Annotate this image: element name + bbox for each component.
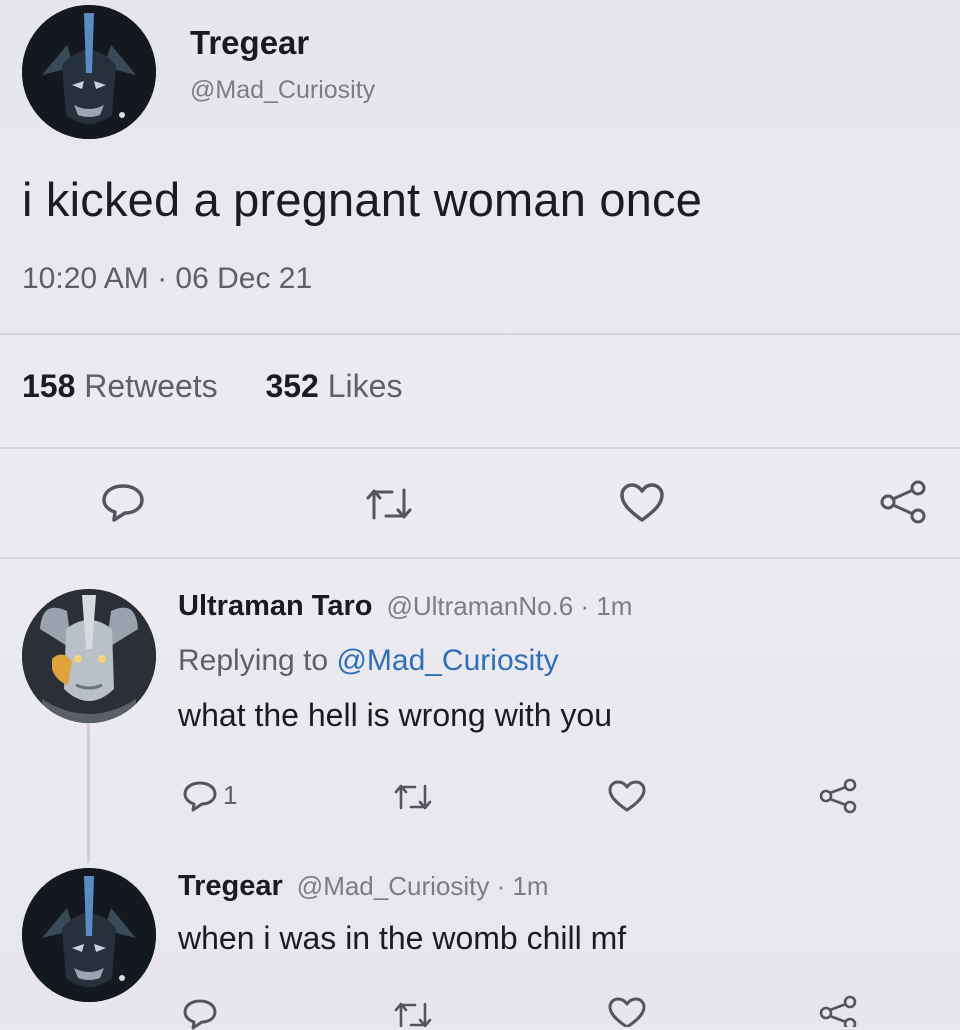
divider	[0, 333, 960, 335]
retweet-icon[interactable]	[393, 782, 433, 812]
reply-author-name[interactable]: Ultraman Taro	[178, 590, 372, 622]
replying-to-mention[interactable]: @Mad_Curiosity	[336, 644, 558, 677]
main-author-handle[interactable]: @Mad_Curiosity	[190, 76, 375, 105]
likes-count[interactable]: 352	[265, 368, 318, 404]
retweets-label[interactable]: Retweets	[84, 368, 217, 404]
reply-icon[interactable]	[182, 780, 218, 812]
divider	[0, 447, 960, 449]
share-icon[interactable]	[818, 778, 860, 814]
reply-text: what the hell is wrong with you	[178, 697, 612, 733]
reply-author-avatar[interactable]	[22, 868, 156, 1002]
divider	[0, 557, 960, 559]
main-author-name[interactable]: Tregear	[190, 24, 309, 62]
reply-icon[interactable]	[182, 998, 218, 1030]
reply-header: Tregear @Mad_Curiosity · 1m	[178, 870, 549, 903]
heart-icon[interactable]	[607, 779, 647, 813]
main-author-avatar[interactable]	[22, 5, 156, 139]
reply-author-name[interactable]: Tregear	[178, 870, 283, 902]
main-tweet-timestamp[interactable]: 10:20 AM · 06 Dec 21	[22, 262, 312, 296]
heart-icon[interactable]	[607, 996, 647, 1027]
main-tweet-text: i kicked a pregnant woman once	[22, 173, 703, 226]
retweets-count[interactable]: 158	[22, 368, 75, 404]
engagement-stats: 158 Retweets 352 Likes	[22, 368, 402, 405]
reply-text: when i was in the womb chill mf	[178, 920, 627, 956]
thread-line	[87, 723, 90, 863]
tweet-page: Tregear @Mad_Curiosity i kicked a pregna…	[0, 0, 960, 1030]
share-icon[interactable]	[878, 480, 930, 524]
retweet-icon[interactable]	[393, 1000, 433, 1027]
reply-count[interactable]: 1	[223, 780, 237, 811]
reply-author-handle[interactable]: @UltramanNo.6 · 1m	[386, 591, 632, 621]
likes-label[interactable]: Likes	[328, 368, 403, 404]
replying-to-prefix: Replying to	[178, 644, 329, 677]
reply-icon[interactable]	[100, 482, 146, 522]
reply-author-handle[interactable]: @Mad_Curiosity · 1m	[297, 871, 549, 901]
reply-author-avatar[interactable]	[22, 589, 156, 723]
reply-header: Ultraman Taro @UltramanNo.6 · 1m	[178, 590, 632, 623]
heart-icon[interactable]	[618, 482, 666, 524]
retweet-icon[interactable]	[364, 486, 414, 522]
replying-to: Replying to @Mad_Curiosity	[178, 644, 559, 678]
share-icon[interactable]	[818, 995, 860, 1027]
